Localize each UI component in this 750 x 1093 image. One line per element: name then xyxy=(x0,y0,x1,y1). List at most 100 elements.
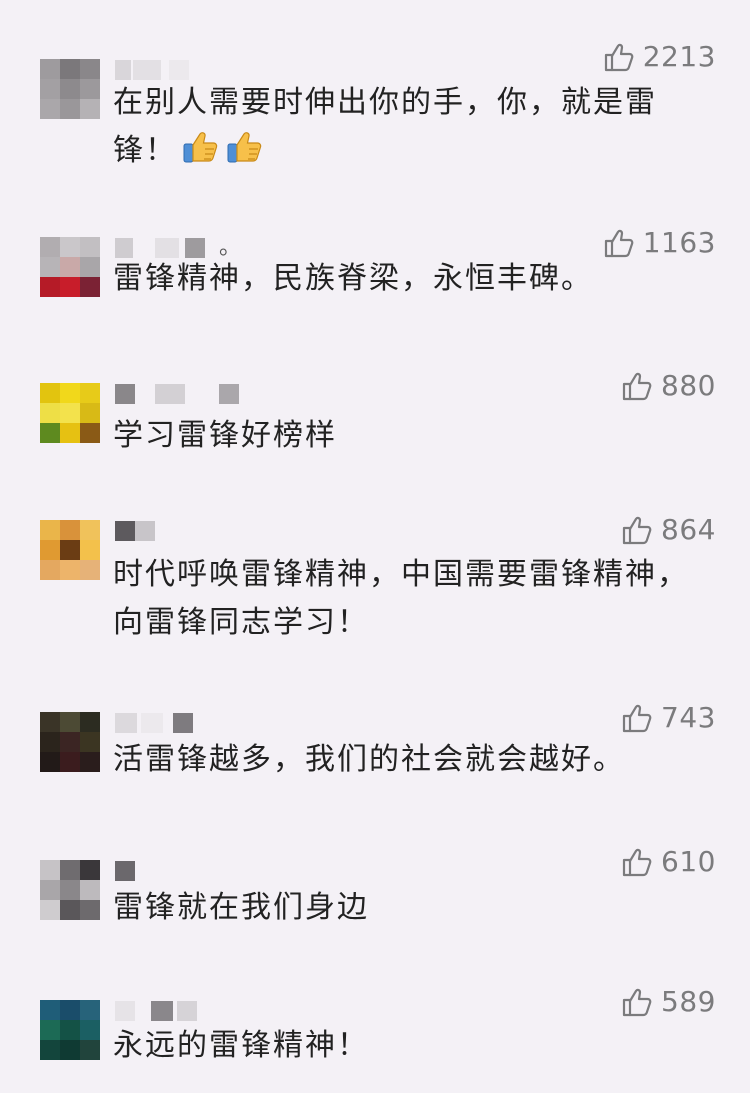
username-pixel-block xyxy=(151,1001,173,1021)
avatar-pixel xyxy=(80,540,100,560)
username-blurred[interactable] xyxy=(115,712,193,734)
like-count: 864 xyxy=(661,513,716,546)
like-button[interactable]: 743 xyxy=(621,701,716,734)
username-pixel-block xyxy=(115,60,131,80)
avatar-pixel xyxy=(40,860,60,880)
avatar-pixel xyxy=(60,540,80,560)
comment-body: 雷锋精神，民族脊梁，永恒丰碑。 xyxy=(113,261,593,296)
avatar-pixel xyxy=(80,423,100,443)
avatar[interactable] xyxy=(40,860,100,920)
avatar-pixel xyxy=(40,383,60,403)
avatar-pixel xyxy=(60,383,80,403)
avatar-pixel xyxy=(80,900,100,920)
username-blurred[interactable] xyxy=(115,520,155,542)
comment-text: 雷锋精神，民族脊梁，永恒丰碑。 xyxy=(113,255,713,303)
avatar-pixel xyxy=(80,752,100,772)
thumbs-up-icon xyxy=(621,846,653,878)
comment-body: 学习雷锋好榜样 xyxy=(113,418,337,453)
avatar[interactable] xyxy=(40,712,100,772)
like-count: 880 xyxy=(661,369,716,402)
comment-text: 活雷锋越多，我们的社会就会越好。 xyxy=(113,736,713,784)
thumbs-up-icon xyxy=(621,702,653,734)
avatar-pixel xyxy=(60,1040,80,1060)
like-button[interactable]: 864 xyxy=(621,513,716,546)
like-button[interactable]: 2213 xyxy=(603,40,716,73)
like-button[interactable]: 589 xyxy=(621,985,716,1018)
avatar-pixel xyxy=(60,880,80,900)
avatar-pixel xyxy=(40,1020,60,1040)
avatar[interactable] xyxy=(40,520,100,580)
like-button[interactable]: 880 xyxy=(621,369,716,402)
avatar-pixel xyxy=(40,237,60,257)
avatar-pixel xyxy=(80,257,100,277)
username-pixel-block xyxy=(115,521,135,541)
like-button[interactable]: 610 xyxy=(621,845,716,878)
avatar-pixel xyxy=(60,277,80,297)
avatar-pixel xyxy=(60,403,80,423)
avatar-pixel xyxy=(40,403,60,423)
avatar-pixel xyxy=(60,560,80,580)
avatar-pixel xyxy=(60,59,80,79)
avatar-pixel xyxy=(80,237,100,257)
avatar-pixel xyxy=(40,1040,60,1060)
thumbs-up-emoji-icon xyxy=(183,130,221,166)
avatar-pixel xyxy=(40,59,60,79)
avatar-pixel xyxy=(60,732,80,752)
comment-body: 活雷锋越多，我们的社会就会越好。 xyxy=(113,742,625,777)
avatar-pixel xyxy=(80,99,100,119)
avatar-pixel xyxy=(80,1000,100,1020)
username-pixel-block xyxy=(169,60,189,80)
comment-body: 时代呼唤雷锋精神，中国需要雷锋精神，向雷锋同志学习！ xyxy=(113,557,689,640)
avatar-pixel xyxy=(60,423,80,443)
avatar-pixel xyxy=(80,277,100,297)
avatar-pixel xyxy=(80,560,100,580)
avatar-pixel xyxy=(60,257,80,277)
avatar-pixel xyxy=(80,732,100,752)
comment-text: 在别人需要时伸出你的手，你，就是雷锋！ xyxy=(113,79,713,175)
username-pixel-block xyxy=(173,713,193,733)
username-pixel-block xyxy=(155,384,185,404)
avatar[interactable] xyxy=(40,237,100,297)
avatar-pixel xyxy=(60,860,80,880)
username-blurred[interactable] xyxy=(115,860,135,882)
avatar-pixel xyxy=(40,880,60,900)
thumbs-up-icon xyxy=(621,986,653,1018)
avatar-pixel xyxy=(40,540,60,560)
avatar-pixel xyxy=(60,900,80,920)
avatar-pixel xyxy=(80,520,100,540)
avatar-pixel xyxy=(60,79,80,99)
avatar-pixel xyxy=(40,560,60,580)
avatar-pixel xyxy=(40,900,60,920)
avatar-pixel xyxy=(40,257,60,277)
username-blurred[interactable] xyxy=(115,59,189,81)
avatar-pixel xyxy=(40,79,60,99)
username-pixel-block xyxy=(219,384,239,404)
thumbs-up-icon xyxy=(621,514,653,546)
avatar[interactable] xyxy=(40,383,100,443)
avatar-pixel xyxy=(60,752,80,772)
avatar-pixel xyxy=(60,99,80,119)
avatar-pixel xyxy=(80,880,100,900)
username-pixel-block xyxy=(133,60,161,80)
avatar-pixel xyxy=(40,752,60,772)
comment-text: 学习雷锋好榜样 xyxy=(113,412,713,460)
comment-body: 永远的雷锋精神！ xyxy=(113,1028,369,1063)
like-count: 2213 xyxy=(642,40,716,73)
comment-text: 时代呼唤雷锋精神，中国需要雷锋精神，向雷锋同志学习！ xyxy=(113,551,713,647)
username-pixel-block xyxy=(115,1001,135,1021)
like-count: 589 xyxy=(661,985,716,1018)
username-pixel-block xyxy=(115,713,137,733)
avatar-pixel xyxy=(80,79,100,99)
avatar[interactable] xyxy=(40,59,100,119)
username-blurred[interactable] xyxy=(115,383,239,405)
avatar-pixel xyxy=(40,423,60,443)
avatar-pixel xyxy=(40,732,60,752)
avatar-pixel xyxy=(80,383,100,403)
avatar-pixel xyxy=(40,1000,60,1020)
username-blurred[interactable] xyxy=(115,1000,197,1022)
avatar[interactable] xyxy=(40,1000,100,1060)
avatar-pixel xyxy=(40,99,60,119)
avatar-pixel xyxy=(80,1040,100,1060)
thumbs-up-icon xyxy=(603,227,635,259)
avatar-pixel xyxy=(40,277,60,297)
